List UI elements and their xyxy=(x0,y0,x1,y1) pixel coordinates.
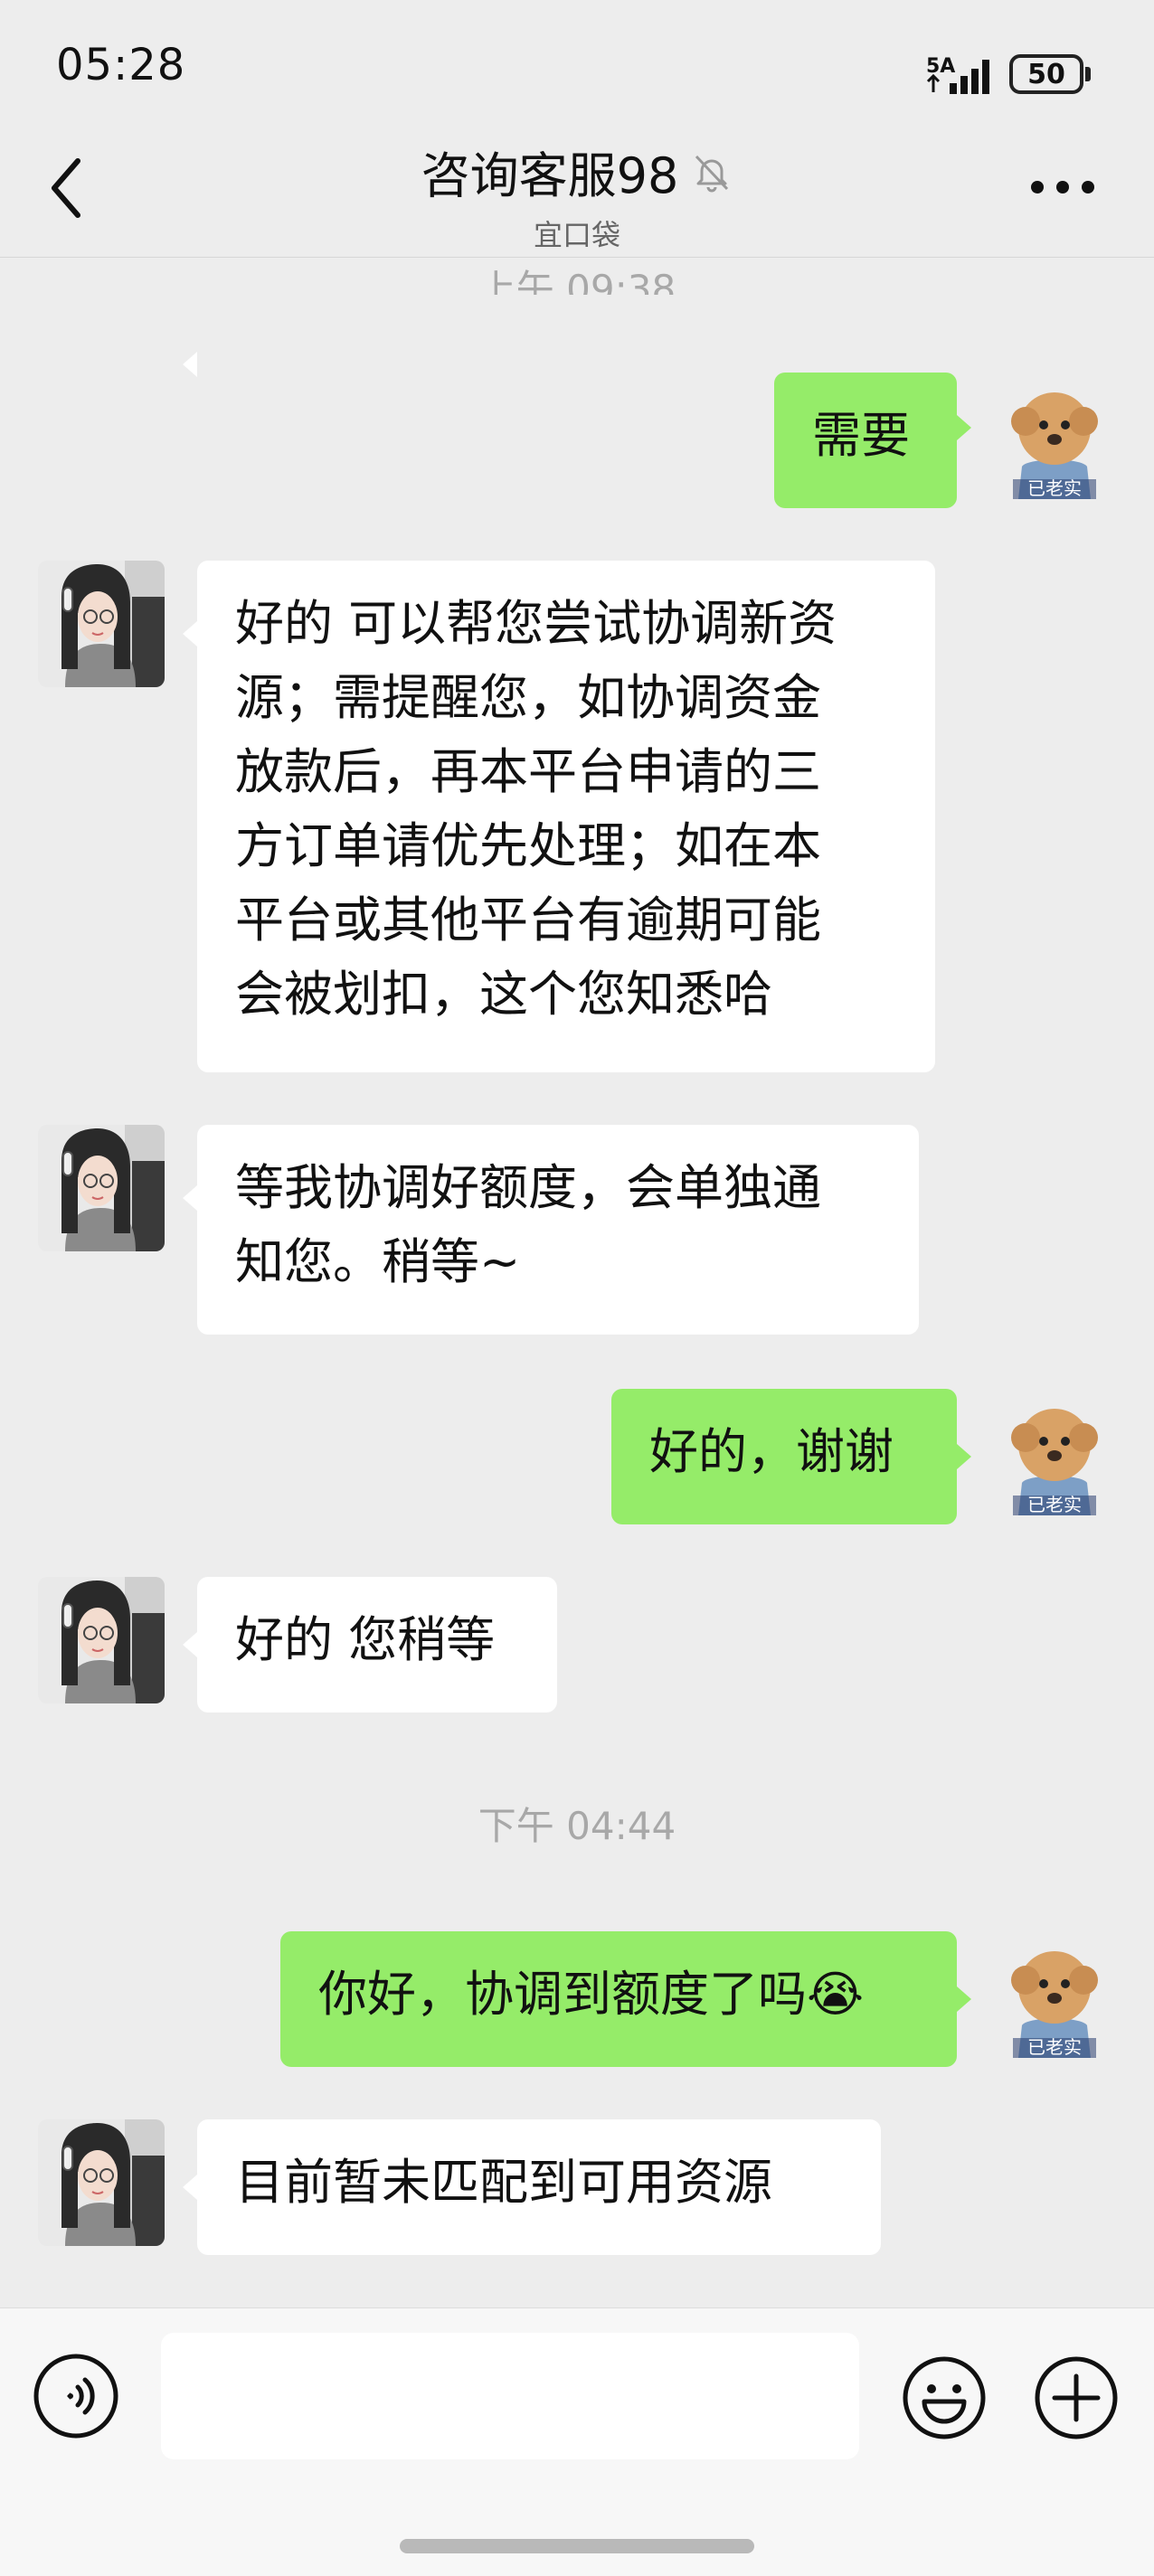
bell-off-icon xyxy=(695,155,729,192)
plus-icon xyxy=(1035,2356,1118,2439)
user-avatar[interactable]: 已老实 xyxy=(991,373,1118,499)
user-avatar-badge: 已老实 xyxy=(1027,1494,1082,1515)
message-bubble-outgoing[interactable]: 好的，谢谢 xyxy=(611,1389,957,1524)
user-avatar-badge: 已老实 xyxy=(1027,477,1082,499)
emoji-button[interactable] xyxy=(901,2354,988,2441)
emoji-icon xyxy=(903,2356,986,2439)
timestamp-clip: 上午 09:38 xyxy=(0,259,1154,295)
bubble-tail xyxy=(183,1632,197,1657)
bubble-tail xyxy=(957,1444,971,1469)
message-bubble-outgoing[interactable]: 需要 xyxy=(774,373,957,508)
bubble-tail xyxy=(183,621,197,646)
message-input[interactable] xyxy=(161,2333,859,2459)
chat-subtitle: 宜口袋 xyxy=(533,218,620,252)
network-label: 5A xyxy=(926,55,955,78)
message-bubble-incoming[interactable]: 等我协调好额度，会单独通 知您。稍等~ xyxy=(197,1125,919,1335)
more-button[interactable] xyxy=(1031,181,1094,195)
plus-button[interactable] xyxy=(1033,2354,1120,2441)
signal-icon: 5A xyxy=(926,52,1000,96)
agent-avatar[interactable] xyxy=(38,2119,165,2246)
user-avatar[interactable]: 已老实 xyxy=(991,1389,1118,1515)
chat-header: 咨询客服98 宜口袋 xyxy=(0,136,1154,252)
chat-title[interactable]: 咨询客服98 xyxy=(421,136,679,207)
bubble-tail xyxy=(183,1185,197,1211)
battery-level: 50 xyxy=(1009,54,1083,94)
bubble-tail xyxy=(957,1986,971,2012)
agent-avatar[interactable] xyxy=(38,1577,165,1703)
timestamp: 下午 04:44 xyxy=(478,1804,676,1848)
agent-avatar[interactable] xyxy=(38,561,165,687)
message-bubble-incoming[interactable]: 好的 可以帮您尝试协调新资 源；需提醒您，如协调资金 放款后，再本平台申请的三 … xyxy=(197,561,935,1072)
user-avatar[interactable]: 已老实 xyxy=(991,1931,1118,2058)
bubble-tail xyxy=(183,352,197,377)
status-time: 05:28 xyxy=(56,40,186,90)
timestamp: 上午 09:38 xyxy=(478,267,676,295)
battery-icon: 50 xyxy=(1009,54,1093,94)
header-divider xyxy=(0,257,1154,258)
message-bubble-outgoing[interactable]: 你好，协调到额度了吗😭 xyxy=(280,1931,957,2067)
home-indicator[interactable] xyxy=(400,2539,754,2553)
bubble-tail xyxy=(957,415,971,440)
voice-button[interactable] xyxy=(33,2353,119,2439)
agent-avatar[interactable] xyxy=(38,1125,165,1251)
user-avatar-badge: 已老实 xyxy=(1027,2036,1082,2058)
voice-icon xyxy=(33,2354,118,2439)
message-bubble-incoming[interactable]: 好的 您稍等 xyxy=(197,1577,557,1713)
message-bubble-incoming[interactable]: 目前暂未匹配到可用资源 xyxy=(197,2119,881,2255)
bubble-tail xyxy=(183,2175,197,2200)
